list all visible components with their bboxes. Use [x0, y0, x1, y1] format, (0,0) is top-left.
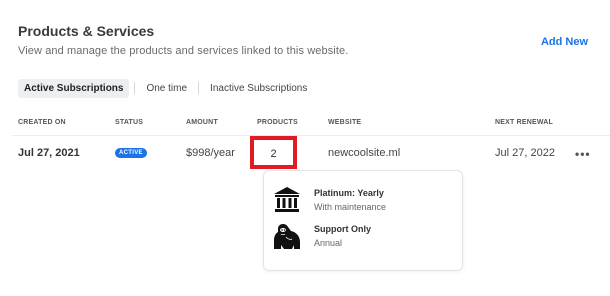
table-header-divider	[12, 135, 610, 136]
column-header-website: WEBSITE	[328, 119, 362, 126]
subscription-tabs: Active Subscriptions One time Inactive S…	[18, 78, 313, 98]
product-item: Platinum: Yearly With maintenance	[272, 185, 386, 215]
column-header-amount: AMOUNT	[186, 119, 218, 126]
page-subtitle: View and manage the products and service…	[18, 45, 349, 57]
column-header-products: PRODUCTS	[257, 119, 298, 126]
column-header-next-renewal: NEXT RENEWAL	[495, 119, 554, 126]
row-more-options-button[interactable]: •••	[575, 147, 591, 161]
column-header-status: STATUS	[115, 119, 144, 126]
product-title: Support Only	[314, 224, 371, 234]
tab-divider	[134, 82, 136, 94]
column-header-created-on: CREATED ON	[18, 119, 66, 126]
product-subtitle: With maintenance	[314, 202, 387, 212]
tab-active-subscriptions[interactable]: Active Subscriptions	[18, 78, 130, 98]
cell-amount: $998/year	[186, 147, 235, 159]
products-popover: Platinum: Yearly With maintenance Suppor…	[263, 170, 463, 271]
tab-divider	[198, 82, 200, 94]
cell-products-count[interactable]: 2	[254, 148, 293, 160]
products-count-highlight[interactable]: 2	[250, 136, 297, 169]
cell-next-renewal: Jul 27, 2022	[495, 147, 555, 159]
bank-icon	[274, 187, 300, 212]
product-item: Support Only Annual	[272, 221, 371, 251]
page-title: Products & Services	[18, 23, 155, 39]
product-subtitle: Annual	[314, 238, 343, 248]
tab-one-time[interactable]: One time	[140, 79, 193, 98]
tab-inactive-subscriptions[interactable]: Inactive Subscriptions	[204, 79, 313, 98]
cell-website[interactable]: newcoolsite.ml	[328, 147, 400, 159]
product-title: Platinum: Yearly	[314, 188, 384, 198]
cell-created-on: Jul 27, 2021	[18, 147, 80, 159]
gorilla-icon	[274, 224, 300, 249]
add-new-button[interactable]: Add New	[541, 36, 588, 48]
status-badge: ACTIVE	[115, 148, 147, 158]
